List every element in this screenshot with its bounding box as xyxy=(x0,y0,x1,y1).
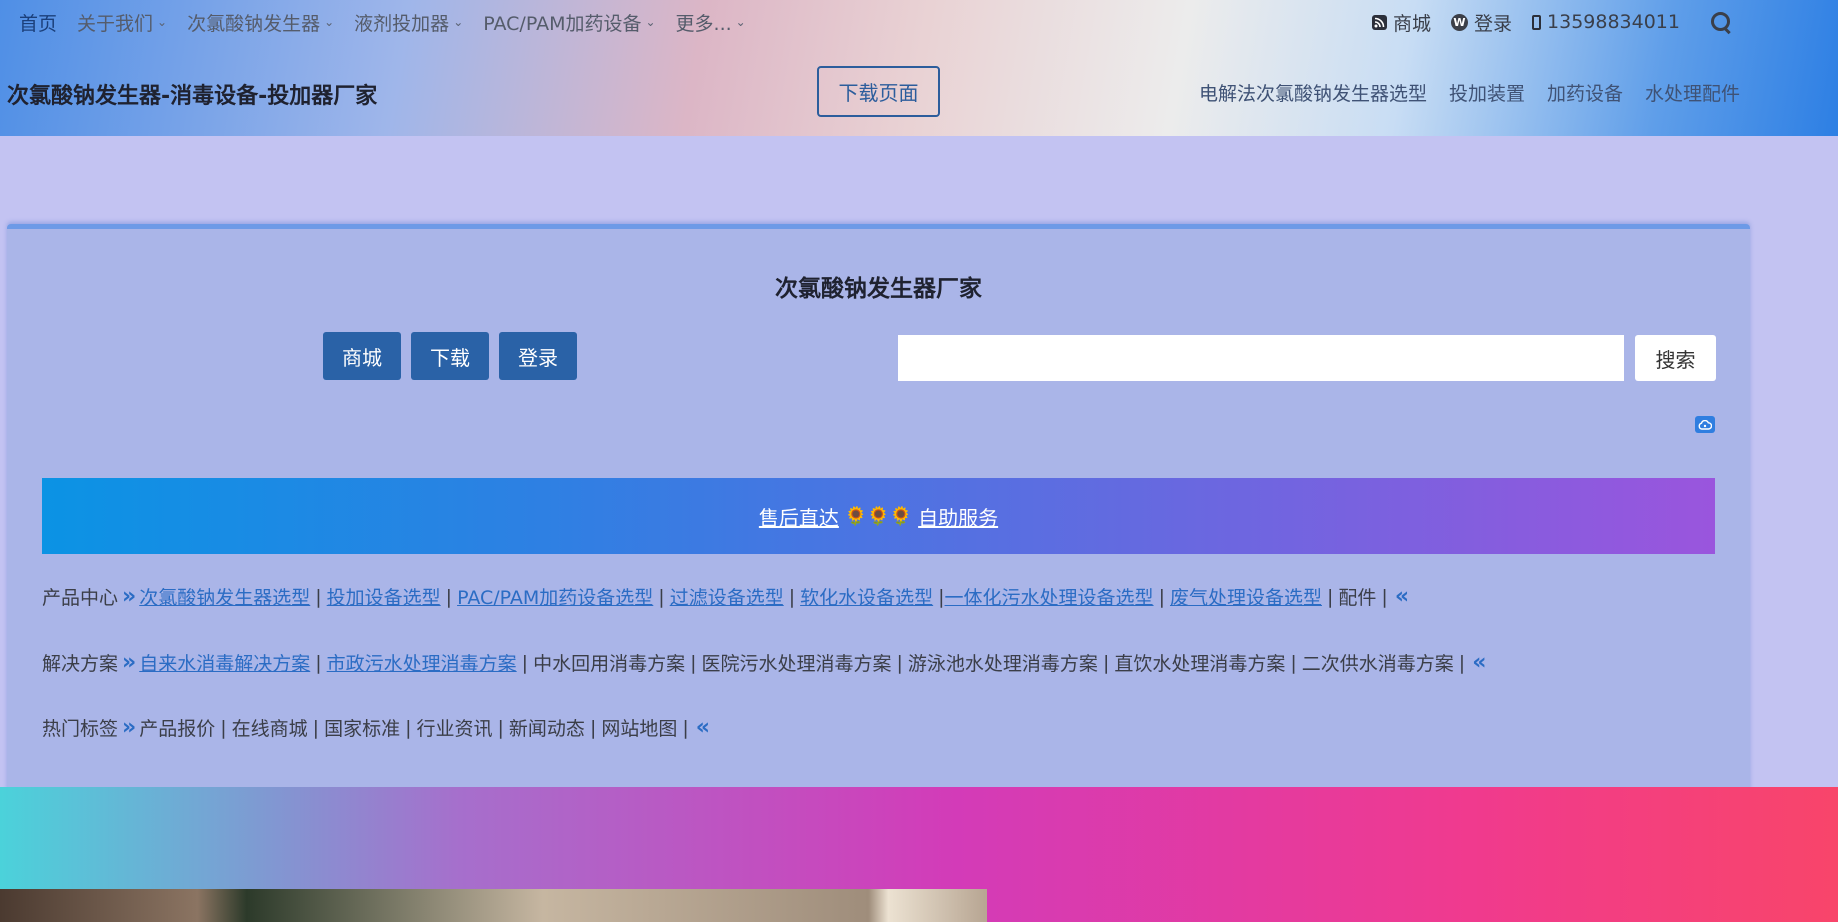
login-link[interactable]: W 登录 xyxy=(1451,9,1512,36)
link-national-standard[interactable]: 国家标准 xyxy=(324,714,400,741)
link-reclaimed-water-solution[interactable]: 中水回用消毒方案 xyxy=(533,649,685,676)
self-service-link[interactable]: 自助服务 xyxy=(918,502,998,531)
link-dosing-selection[interactable]: 投加设备选型 xyxy=(327,583,441,610)
link-drinking-water-solution[interactable]: 直饮水处理消毒方案 xyxy=(1114,649,1285,676)
chevron-down-icon: ⌄ xyxy=(324,15,335,29)
product-center-row: 产品中心 » 次氯酸钠发生器选型 | 投加设备选型 | PAC/PAM加药设备选… xyxy=(42,583,1412,610)
chevron-down-icon: ⌄ xyxy=(157,15,168,29)
cloud-icon[interactable] xyxy=(1695,416,1715,433)
link-parts[interactable]: 配件 xyxy=(1338,583,1376,610)
double-arrow-left-icon: « xyxy=(1472,650,1486,675)
mall-button[interactable]: 商城 xyxy=(323,332,401,380)
secnav-item-chemical-equipment[interactable]: 加药设备 xyxy=(1547,79,1623,106)
nav-item-about[interactable]: 关于我们 ⌄ xyxy=(77,9,167,36)
phone-icon xyxy=(1532,14,1542,30)
link-pac-pam-selection[interactable]: PAC/PAM加药设备选型 xyxy=(457,583,653,610)
nav-item-pac-pam[interactable]: PAC/PAM加药设备 ⌄ xyxy=(483,9,655,36)
chevron-down-icon: ⌄ xyxy=(735,15,746,29)
row-label: 产品中心 xyxy=(42,587,119,609)
separator: | xyxy=(1381,585,1388,608)
separator: | xyxy=(690,651,697,674)
separator: | xyxy=(445,585,453,608)
product-photo[interactable] xyxy=(0,889,987,922)
link-sitemap[interactable]: 网站地图 xyxy=(601,714,677,741)
secnav-item-generator-selection[interactable]: 电解法次氯酸钠发生器选型 xyxy=(1199,79,1427,106)
separator: | xyxy=(312,716,320,739)
chevron-down-icon: ⌄ xyxy=(453,15,464,29)
wordpress-icon: W xyxy=(1451,13,1468,31)
separator: | xyxy=(658,585,665,608)
link-pool-solution[interactable]: 游泳池水处理消毒方案 xyxy=(908,649,1098,676)
separator: | xyxy=(1290,651,1297,674)
separator: | xyxy=(1158,585,1165,608)
link-integrated-sewage-selection[interactable]: 一体化污水处理设备选型 xyxy=(945,583,1154,610)
link-news[interactable]: 新闻动态 xyxy=(509,714,585,741)
double-arrow-right-icon: » xyxy=(122,584,136,609)
chevron-down-icon: ⌄ xyxy=(645,15,656,29)
search-icon[interactable] xyxy=(1710,11,1732,33)
nav-item-more[interactable]: 更多... ⌄ xyxy=(676,9,746,36)
link-generator-selection[interactable]: 次氯酸钠发生器选型 xyxy=(139,583,310,610)
rss-icon xyxy=(1371,14,1387,30)
separator: | xyxy=(220,716,227,739)
link-industry-news[interactable]: 行业资讯 xyxy=(417,714,493,741)
top-right-links: 商城 W 登录 13598834011 xyxy=(1371,9,1732,36)
link-filter-selection[interactable]: 过滤设备选型 xyxy=(670,583,784,610)
link-waste-gas-selection[interactable]: 废气处理设备选型 xyxy=(1170,583,1322,610)
link-municipal-sewage-solution[interactable]: 市政污水处理消毒方案 xyxy=(327,649,517,676)
nav-item-generator[interactable]: 次氯酸钠发生器 ⌄ xyxy=(187,9,334,36)
quick-buttons: 商城 下载 登录 xyxy=(323,332,577,380)
site-title[interactable]: 次氯酸钠发生器-消毒设备-投加器厂家 xyxy=(7,78,377,110)
separator: | xyxy=(589,716,597,739)
double-arrow-right-icon: » xyxy=(122,650,136,675)
nav-item-home[interactable]: 首页 xyxy=(19,9,57,36)
flower-icon: 🌻🌻🌻 xyxy=(844,505,913,527)
separator: | xyxy=(896,651,903,674)
double-arrow-right-icon: » xyxy=(122,715,136,740)
search-button[interactable]: 搜索 xyxy=(1635,335,1716,381)
hot-tags-row: 热门标签 » 产品报价 | 在线商城 | 国家标准 | 行业资讯 | 新闻动态 … xyxy=(42,714,713,741)
link-secondary-supply-solution[interactable]: 二次供水消毒方案 xyxy=(1302,649,1454,676)
link-online-mall[interactable]: 在线商城 xyxy=(232,714,308,741)
main-card: 次氯酸钠发生器厂家 商城 下载 登录 搜索 售后直达 🌻🌻🌻 自助服务 产品中心… xyxy=(7,224,1750,794)
site-header: 首页 关于我们 ⌄ 次氯酸钠发生器 ⌄ 液剂投加器 ⌄ PAC/PAM加药设备 … xyxy=(0,0,1838,136)
separator: | xyxy=(315,585,322,608)
secnav-item-water-parts[interactable]: 水处理配件 xyxy=(1645,79,1740,106)
separator: | xyxy=(497,716,504,739)
top-navigation: 首页 关于我们 ⌄ 次氯酸钠发生器 ⌄ 液剂投加器 ⌄ PAC/PAM加药设备 … xyxy=(19,9,746,35)
after-sales-link[interactable]: 售后直达 xyxy=(759,502,839,531)
phone-link[interactable]: 13598834011 xyxy=(1532,11,1680,33)
link-softener-selection[interactable]: 软化水设备选型 xyxy=(800,583,933,610)
after-sales-banner: 售后直达 🌻🌻🌻 自助服务 xyxy=(42,478,1715,554)
separator: | xyxy=(1326,585,1334,608)
login-button[interactable]: 登录 xyxy=(499,332,577,380)
row-label: 解决方案 xyxy=(42,653,119,675)
link-tap-water-solution[interactable]: 自来水消毒解决方案 xyxy=(139,649,310,676)
mall-link[interactable]: 商城 xyxy=(1371,9,1431,36)
separator: | xyxy=(788,585,796,608)
download-button[interactable]: 下载 xyxy=(411,332,489,380)
separator: | xyxy=(405,716,412,739)
solutions-row: 解决方案 » 自来水消毒解决方案 | 市政污水处理消毒方案 | 中水回用消毒方案… xyxy=(42,649,1489,676)
separator: | xyxy=(1102,651,1110,674)
double-arrow-left-icon: « xyxy=(1394,584,1409,609)
row-label: 热门标签 xyxy=(42,718,119,740)
nav-item-dosing[interactable]: 液剂投加器 ⌄ xyxy=(354,9,463,36)
link-quote[interactable]: 产品报价 xyxy=(139,714,215,741)
double-arrow-left-icon: « xyxy=(695,715,710,740)
link-hospital-sewage-solution[interactable]: 医院污水处理消毒方案 xyxy=(702,649,892,676)
download-page-button[interactable]: 下载页面 xyxy=(817,66,940,117)
separator: | xyxy=(1458,651,1466,674)
card-title: 次氯酸钠发生器厂家 xyxy=(775,276,982,302)
separator: | xyxy=(521,651,529,674)
search-input[interactable] xyxy=(898,335,1624,381)
secnav-item-dosing-device[interactable]: 投加装置 xyxy=(1449,79,1525,106)
separator: | xyxy=(682,716,689,739)
separator: | xyxy=(315,651,322,674)
secondary-navigation: 电解法次氯酸钠发生器选型 投加装置 加药设备 水处理配件 xyxy=(1199,79,1740,106)
